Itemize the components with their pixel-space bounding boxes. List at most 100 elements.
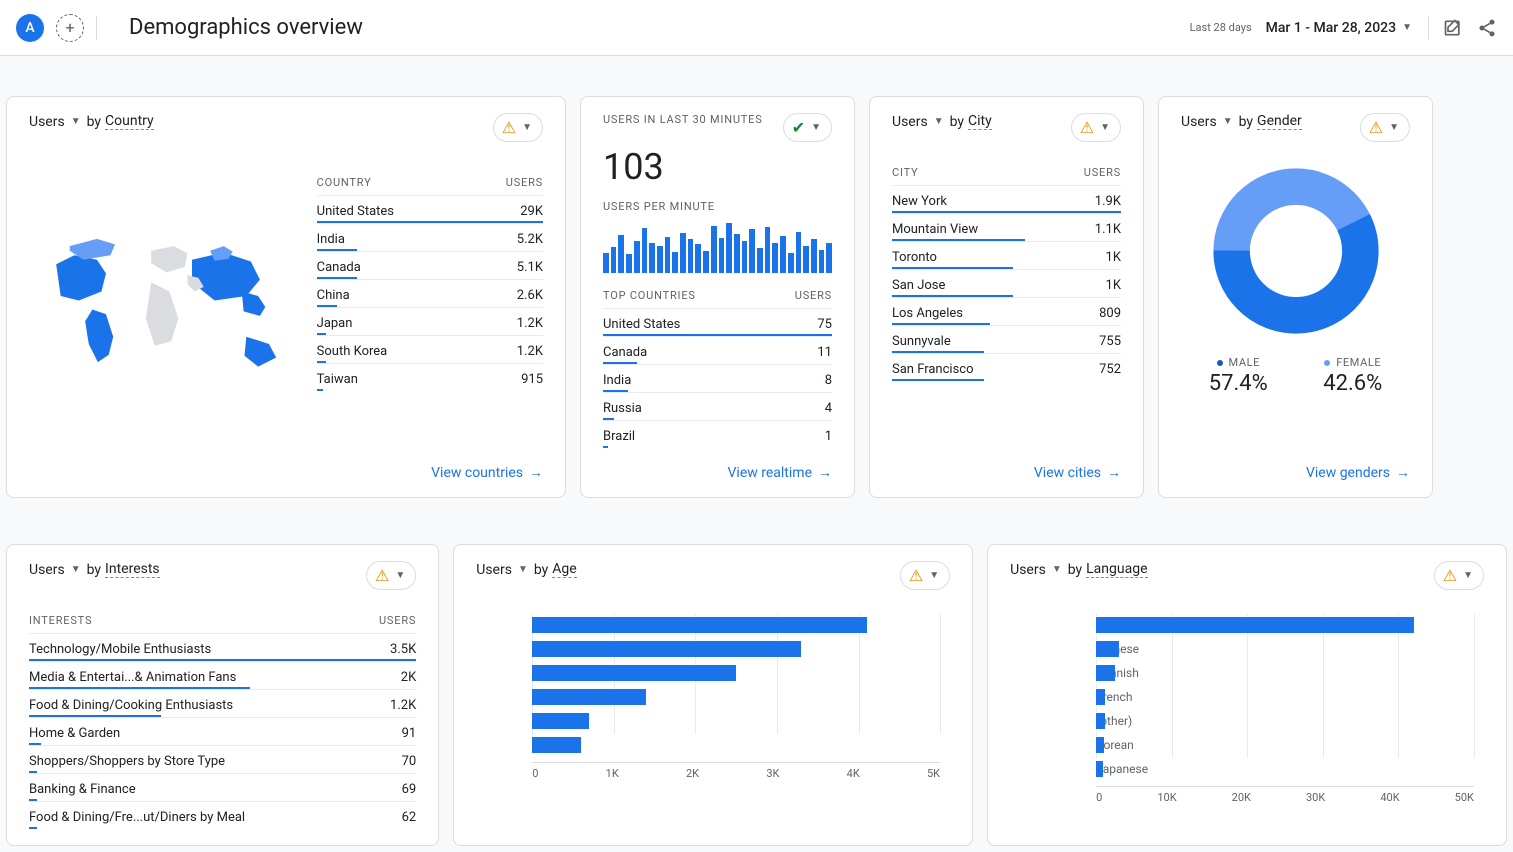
spark-bar <box>626 254 632 273</box>
share-icon[interactable] <box>1477 18 1497 38</box>
row-value: 4 <box>825 401 832 416</box>
axis-tick: 4K <box>847 767 860 780</box>
table-row[interactable]: Shoppers/Shoppers by Store Type70 <box>29 745 416 773</box>
table-row[interactable]: South Korea1.2K <box>317 335 543 363</box>
card-title[interactable]: Users ▼ by City <box>892 113 992 130</box>
table-row[interactable]: Brazil1 <box>603 420 832 448</box>
row-value: 91 <box>402 726 417 741</box>
data-quality-pill[interactable]: ⚠ ▼ <box>493 113 543 142</box>
table-row[interactable]: Technology/Mobile Enthusiasts3.5K <box>29 633 416 661</box>
axis-tick: 1K <box>606 767 619 780</box>
axis-tick: 0 <box>532 767 538 780</box>
table-row[interactable]: China 2.6K <box>317 279 543 307</box>
row-label: China <box>317 288 350 303</box>
card-title[interactable]: Users ▼ by Interests <box>29 561 160 578</box>
card-row-2: Users ▼ by Interests ⚠ ▼ INTERESTS USERS… <box>0 504 1513 852</box>
table-row[interactable]: San Francisco752 <box>892 353 1121 381</box>
metric-selector[interactable]: Users <box>29 562 65 578</box>
table-row[interactable]: San Jose 1K <box>892 269 1121 297</box>
table-row[interactable]: India8 <box>603 364 832 392</box>
spark-bar <box>680 233 686 273</box>
data-quality-pill[interactable]: ⚠ ▼ <box>900 561 950 590</box>
spark-bar <box>642 228 648 273</box>
view-genders-link[interactable]: View genders → <box>1181 448 1410 481</box>
metric-selector[interactable]: Users <box>29 114 65 130</box>
bar-fill <box>1096 689 1105 705</box>
table-row[interactable]: Taiwan915 <box>317 363 543 391</box>
chart-bar-row: 65+ <box>532 734 940 756</box>
data-quality-pill[interactable]: ✔ ▼ <box>783 113 832 142</box>
chart-bar-row: Spanish <box>1096 662 1474 684</box>
divider <box>1428 16 1429 40</box>
table-row[interactable]: Food & Dining/Fre...ut/Diners by Meal62 <box>29 801 416 829</box>
row-label: Mountain View <box>892 222 978 237</box>
metric-selector[interactable]: Users <box>1181 114 1217 130</box>
metric-selector[interactable]: Users <box>1010 562 1046 578</box>
dimension-label: Age <box>552 561 576 578</box>
check-circle-icon: ✔ <box>792 118 805 137</box>
dimension-label: Interests <box>105 561 160 578</box>
chart-bar-row: 55-64 <box>532 710 940 732</box>
row-value: 2.6K <box>517 288 543 303</box>
table-row[interactable]: India5.2K <box>317 223 543 251</box>
table-row[interactable]: Food & Dining/Cooking Enthusiasts1.2K <box>29 689 416 717</box>
view-realtime-link[interactable]: View realtime → <box>603 448 832 481</box>
gender-legend: MALE 57.4% FEMALE 42.6% <box>1181 356 1410 396</box>
table-row[interactable]: New York1.9K <box>892 185 1121 213</box>
axis-tick: 40K <box>1380 791 1399 804</box>
axis-tick: 2K <box>686 767 699 780</box>
table-row[interactable]: Russia4 <box>603 392 832 420</box>
spark-bar <box>742 241 748 274</box>
table-row[interactable]: Media & Entertai...& Animation Fans2K <box>29 661 416 689</box>
table-row[interactable]: Japan1.2K <box>317 307 543 335</box>
data-quality-pill[interactable]: ⚠ ▼ <box>366 561 416 590</box>
avatar[interactable]: A <box>16 14 44 42</box>
metric-selector[interactable]: Users <box>476 562 512 578</box>
warning-icon: ⚠ <box>1080 118 1094 137</box>
spark-bar <box>734 234 740 273</box>
data-quality-pill[interactable]: ⚠ ▼ <box>1434 561 1484 590</box>
table-row[interactable]: Los Angeles809 <box>892 297 1121 325</box>
date-range-label: Last 28 days <box>1190 21 1252 34</box>
axis-tick: 0 <box>1096 791 1102 804</box>
add-comparison-button[interactable]: + <box>56 14 84 42</box>
spark-bar <box>780 236 786 273</box>
table-row[interactable]: Canada11 <box>603 336 832 364</box>
card-title[interactable]: Users ▼ by Country <box>29 113 154 130</box>
row-label: Technology/Mobile Enthusiasts <box>29 642 211 657</box>
row-value: 1K <box>1106 278 1121 293</box>
row-label: Shoppers/Shoppers by Store Type <box>29 754 225 769</box>
caret-down-icon: ▼ <box>934 116 944 127</box>
row-label: United States <box>317 204 394 219</box>
header-right: Last 28 days Mar 1 - Mar 28, 2023 ▼ <box>1190 16 1497 40</box>
view-cities-link[interactable]: View cities → <box>892 448 1121 481</box>
metric-selector[interactable]: Users <box>892 114 928 130</box>
card-title[interactable]: Users ▼ by Age <box>476 561 576 578</box>
row-value: 755 <box>1099 334 1121 349</box>
male-label: MALE <box>1209 356 1268 369</box>
bar-fill <box>1096 761 1103 777</box>
table-row[interactable]: Toronto1K <box>892 241 1121 269</box>
view-countries-link[interactable]: View countries → <box>29 448 543 481</box>
row-label: Banking & Finance <box>29 782 136 797</box>
data-quality-pill[interactable]: ⚠ ▼ <box>1360 113 1410 142</box>
data-quality-pill[interactable]: ⚠ ▼ <box>1071 113 1121 142</box>
table-row[interactable]: Home & Garden91 <box>29 717 416 745</box>
table-row[interactable]: Sunnyvale755 <box>892 325 1121 353</box>
date-range-picker[interactable]: Mar 1 - Mar 28, 2023 ▼ <box>1266 20 1414 36</box>
axis-tick: 30K <box>1306 791 1325 804</box>
bar-fill <box>532 713 589 729</box>
card-title[interactable]: Users ▼ by Gender <box>1181 113 1302 130</box>
caret-down-icon: ▼ <box>395 570 405 581</box>
table-row[interactable]: United States29K <box>317 195 543 223</box>
card-title[interactable]: Users ▼ by Language <box>1010 561 1147 578</box>
users-per-minute-sparkline <box>603 221 832 273</box>
row-label: Taiwan <box>317 372 358 387</box>
table-row[interactable]: United States75 <box>603 308 832 336</box>
table-row[interactable]: Canada5.1K <box>317 251 543 279</box>
row-value: 1.2K <box>517 344 543 359</box>
row-label: San Jose <box>892 278 945 293</box>
edit-icon[interactable] <box>1443 18 1463 38</box>
table-row[interactable]: Banking & Finance69 <box>29 773 416 801</box>
table-row[interactable]: Mountain View1.1K <box>892 213 1121 241</box>
